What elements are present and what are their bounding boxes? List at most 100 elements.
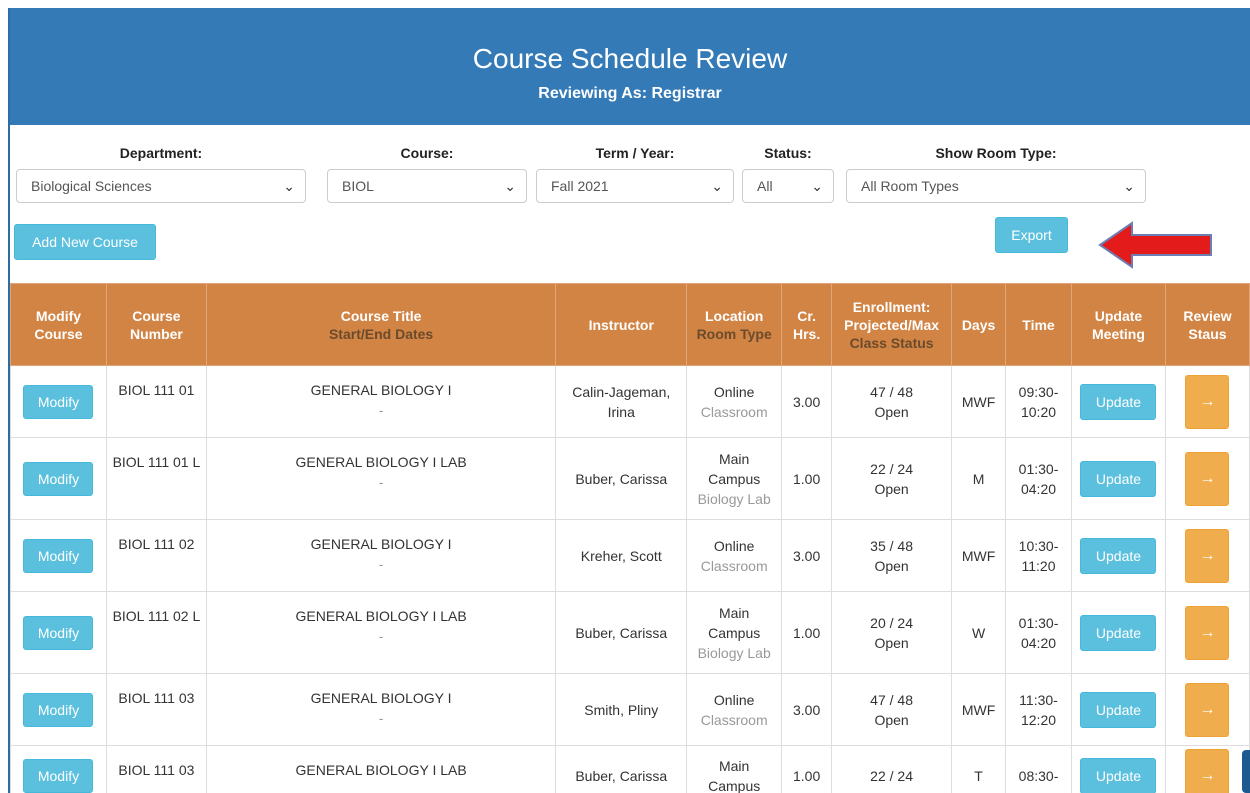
- modify-button[interactable]: Modify: [23, 615, 94, 650]
- days: MWF: [951, 673, 1007, 746]
- days: MWF: [951, 519, 1007, 592]
- review-arrow-button[interactable]: →: [1185, 374, 1230, 429]
- course-label: Course:: [400, 145, 454, 161]
- course-title-cell: GENERAL BIOLOGY I LAB -: [205, 437, 557, 520]
- time-start: 08:30-: [1018, 767, 1059, 784]
- col-course-number: Course Number: [105, 283, 207, 366]
- header-banner: Course Schedule Review Reviewing As: Reg…: [10, 8, 1250, 125]
- update-cell: Update: [1070, 591, 1166, 674]
- modify-cell: Modify: [10, 519, 107, 592]
- status-filter: Status: All ⌄: [742, 145, 834, 203]
- enrollment-cell: 47 / 48 Open: [831, 673, 953, 746]
- class-status: Open: [874, 634, 909, 651]
- location: Online: [713, 691, 755, 708]
- room-type: Biology Lab: [697, 644, 771, 661]
- course-title-cell: GENERAL BIOLOGY I -: [205, 365, 557, 438]
- credit-hours: 3.00: [781, 673, 833, 746]
- department-select[interactable]: Biological Sciences ⌄: [16, 169, 306, 203]
- enrollment: 22 / 24: [870, 460, 913, 477]
- time-cell: 01:30- 04:20: [1005, 591, 1072, 674]
- enrollment: 35 / 48: [870, 537, 913, 554]
- status-select[interactable]: All ⌄: [742, 169, 834, 203]
- modify-button[interactable]: Modify: [23, 461, 94, 496]
- location-cell: Online Classroom: [686, 365, 783, 438]
- arrow-right-icon: →: [1199, 623, 1216, 641]
- location: Main Campus: [708, 604, 761, 641]
- update-button[interactable]: Update: [1080, 460, 1157, 497]
- credit-hours: 3.00: [781, 519, 833, 592]
- room-type: Classroom: [700, 403, 768, 420]
- update-button[interactable]: Update: [1080, 537, 1157, 574]
- chevron-down-icon: ⌄: [504, 178, 516, 194]
- location-cell: Main Campus Biology Lab: [686, 437, 783, 520]
- table-row: Modify BIOL 111 03 GENERAL BIOLOGY I LAB Bu…: [10, 745, 1250, 793]
- enrollment-cell: 22 / 24 Open: [831, 437, 953, 520]
- update-button[interactable]: Update: [1080, 757, 1157, 793]
- table-row: Modify BIOL 111 01 GENERAL BIOLOGY I - Calin…: [10, 365, 1250, 438]
- modify-button[interactable]: Modify: [23, 384, 94, 419]
- time-end: 04:20: [1020, 480, 1057, 497]
- location: Main Campus: [708, 450, 761, 487]
- time-end: 10:20: [1020, 403, 1057, 420]
- time-start: 11:30-: [1019, 691, 1058, 708]
- room-type-select[interactable]: All Room Types ⌄: [846, 169, 1146, 203]
- export-button[interactable]: Export: [995, 217, 1068, 253]
- department-value: Biological Sciences: [31, 178, 152, 194]
- department-filter: Department: Biological Sciences ⌄: [16, 145, 306, 203]
- review-arrow-button[interactable]: →: [1185, 528, 1230, 583]
- course-number: BIOL 111 03: [105, 745, 207, 793]
- course-filter: Course: BIOL ⌄: [327, 145, 527, 203]
- course-dates: -: [378, 628, 384, 644]
- enrollment: 47 / 48: [870, 383, 913, 400]
- col-location: Location Room Type: [686, 283, 783, 366]
- arrow-right-icon: →: [1199, 469, 1216, 487]
- arrow-right-icon: →: [1199, 546, 1216, 564]
- add-new-course-button[interactable]: Add New Course: [14, 224, 156, 260]
- course-dates: -: [378, 710, 384, 726]
- time-start: 10:30-: [1018, 537, 1059, 554]
- annotation-arrow-icon: [1098, 221, 1212, 269]
- course-value: BIOL: [342, 178, 374, 194]
- update-button[interactable]: Update: [1080, 614, 1157, 651]
- modify-cell: Modify: [10, 365, 107, 438]
- location-cell: Main Campus Biology Lab: [686, 591, 783, 674]
- side-scroll-tab[interactable]: [1242, 750, 1250, 793]
- course-dates: -: [378, 402, 384, 418]
- time-start: 09:30-: [1018, 383, 1059, 400]
- update-button[interactable]: Update: [1080, 383, 1157, 420]
- course-number: BIOL 111 01: [105, 365, 207, 438]
- modify-cell: Modify: [10, 437, 107, 520]
- time-start: 01:30-: [1018, 460, 1059, 477]
- enrollment-cell: 20 / 24 Open: [831, 591, 953, 674]
- modify-button[interactable]: Modify: [23, 758, 94, 793]
- term-select[interactable]: Fall 2021 ⌄: [536, 169, 734, 203]
- term-label: Term / Year:: [595, 145, 675, 161]
- update-button[interactable]: Update: [1080, 691, 1157, 728]
- time-cell: 09:30- 10:20: [1005, 365, 1072, 438]
- instructor: Calin-Jageman, Irina: [555, 365, 688, 438]
- col-modify: Modify Course: [10, 283, 107, 366]
- course-title-cell: GENERAL BIOLOGY I LAB -: [205, 591, 557, 674]
- update-cell: Update: [1070, 673, 1166, 746]
- review-arrow-button[interactable]: →: [1185, 748, 1230, 793]
- course-number: BIOL 111 02: [105, 519, 207, 592]
- review-arrow-button[interactable]: →: [1185, 451, 1230, 506]
- course-dates: -: [378, 556, 384, 572]
- review-arrow-button[interactable]: →: [1185, 605, 1230, 660]
- status-label: Status:: [764, 145, 812, 161]
- course-title: GENERAL BIOLOGY I LAB: [295, 762, 467, 778]
- instructor: Buber, Carissa: [555, 591, 688, 674]
- modify-button[interactable]: Modify: [23, 692, 94, 727]
- arrow-right-icon: →: [1199, 766, 1216, 784]
- table-row: Modify BIOL 111 02 L GENERAL BIOLOGY I LAB…: [10, 591, 1250, 674]
- time-cell: 01:30- 04:20: [1005, 437, 1072, 520]
- location: Main Campus: [708, 757, 761, 793]
- enrollment-cell: 22 / 24: [831, 745, 953, 793]
- modify-button[interactable]: Modify: [23, 538, 94, 573]
- course-select[interactable]: BIOL ⌄: [327, 169, 527, 203]
- table-row: Modify BIOL 111 03 GENERAL BIOLOGY I - Smith…: [10, 673, 1250, 746]
- review-cell: →: [1164, 365, 1250, 438]
- class-status: Open: [874, 403, 909, 420]
- term-filter: Term / Year: Fall 2021 ⌄: [536, 145, 734, 203]
- review-arrow-button[interactable]: →: [1185, 682, 1230, 737]
